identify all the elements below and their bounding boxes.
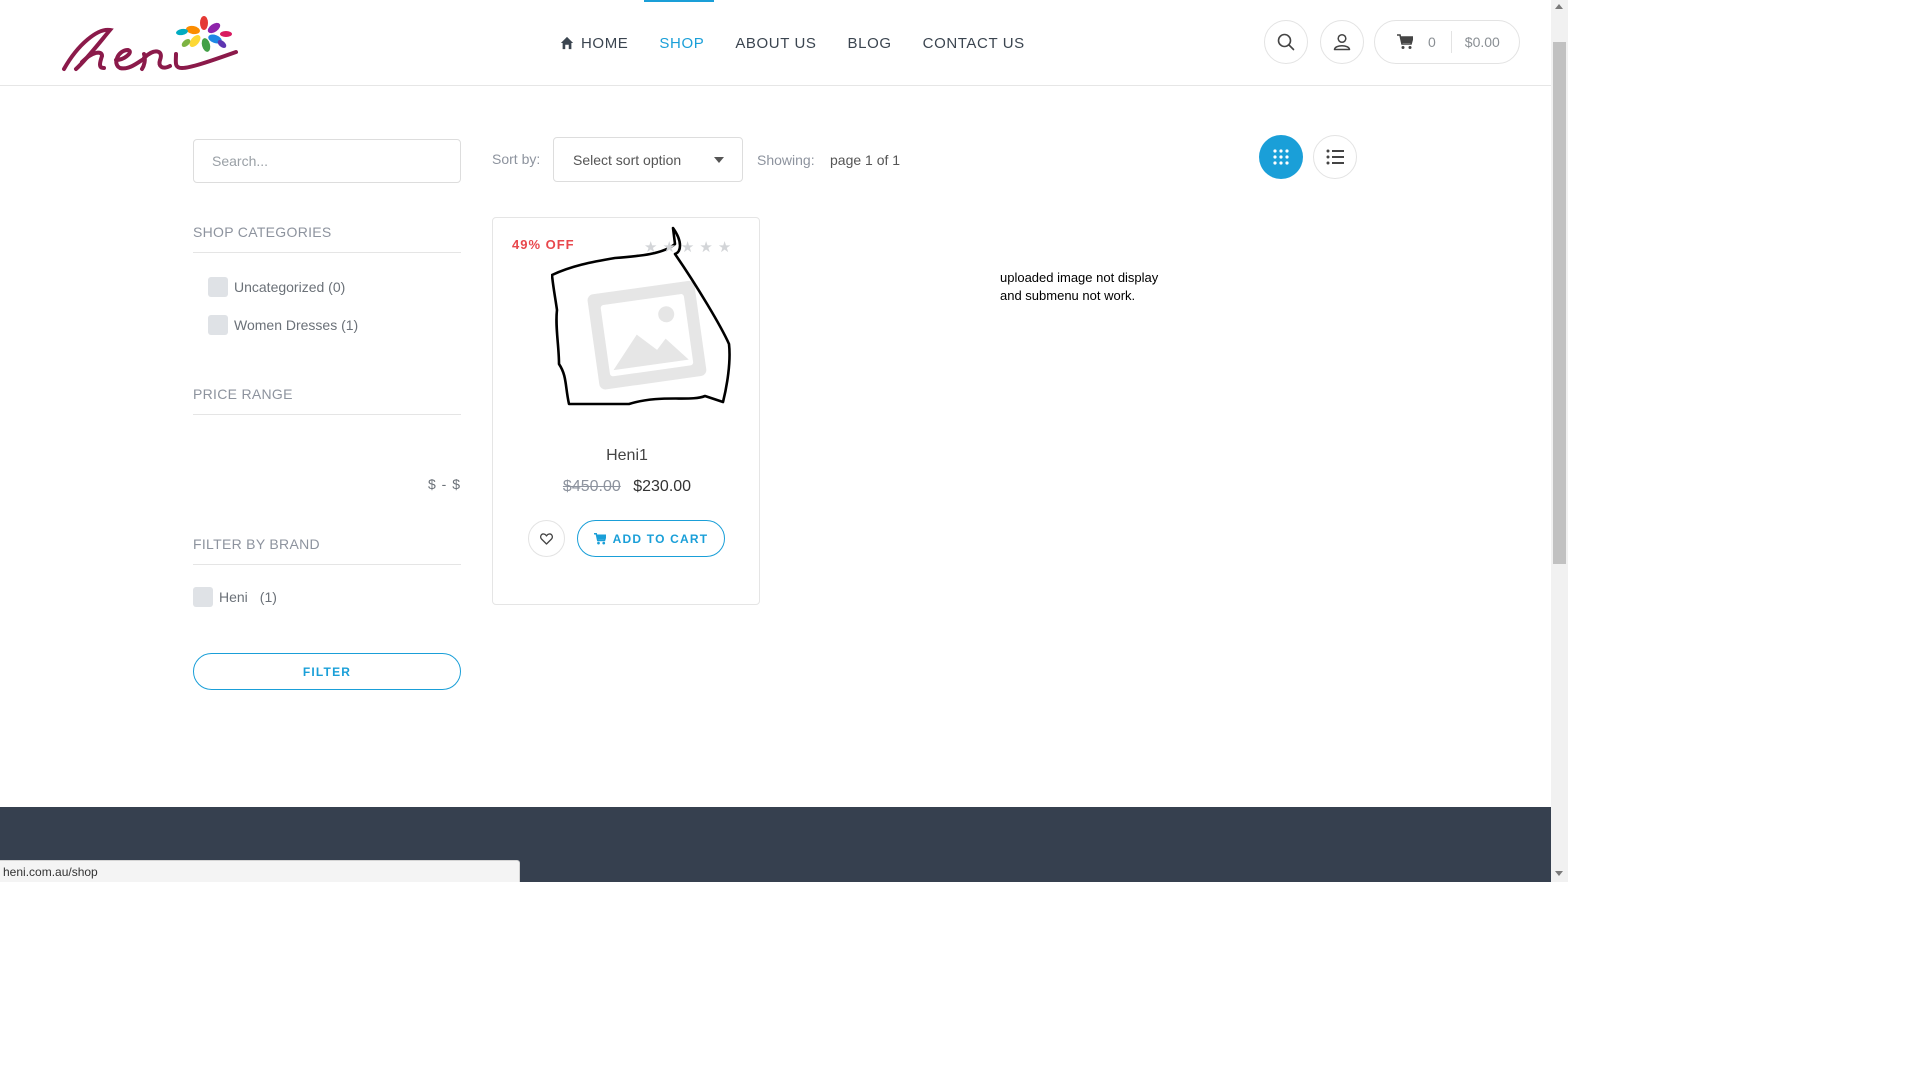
sort-select[interactable]: Select sort option (553, 137, 743, 182)
cart-button[interactable]: 0 $0.00 (1374, 20, 1520, 64)
nav-home[interactable]: HOME (560, 0, 628, 86)
brand-heni[interactable]: Heni (1) (193, 587, 277, 607)
sort-select-value: Select sort option (573, 151, 682, 168)
star-icon: ★ (699, 239, 718, 256)
image-placeholder-icon (587, 280, 707, 390)
nav-about-us[interactable]: ABOUT US (735, 0, 816, 86)
brand-filter-title: FILTER BY BRAND (193, 536, 461, 565)
site-header: HOME SHOP ABOUT US BLOG CONTACT US 0 $0.… (0, 0, 1551, 86)
browser-status-bar: heni.com.au/shop (0, 860, 520, 882)
user-icon (1333, 33, 1351, 51)
category-uncategorized[interactable]: Uncategorized (0) (208, 277, 345, 297)
heart-icon (540, 532, 553, 545)
showing-label: Showing: (757, 152, 815, 168)
annotation-note: uploaded image not display and submenu n… (1000, 270, 1159, 303)
nav-blog-label: BLOG (847, 34, 892, 52)
sort-label: Sort by: (492, 151, 541, 167)
cart-total: $0.00 (1464, 34, 1500, 50)
category-label: Women Dresses (1) (234, 317, 359, 333)
brand-checkbox[interactable] (193, 587, 213, 607)
old-price: $450.00 (562, 478, 621, 495)
cart-count: 0 (1428, 34, 1436, 50)
grid-icon (1273, 149, 1289, 165)
page-scrollbar[interactable] (1551, 0, 1568, 882)
cart-icon (593, 532, 606, 544)
logo-flower (176, 16, 232, 52)
sale-price: $230.00 (633, 478, 692, 495)
wishlist-button[interactable] (528, 520, 565, 557)
product-name[interactable]: Heni1 (493, 447, 761, 465)
rating-stars: ★★★★★ (644, 238, 736, 256)
price-range-title: PRICE RANGE (193, 386, 461, 415)
product-search-input[interactable] (193, 139, 461, 183)
nav-home-label: HOME (581, 34, 629, 52)
grid-view-button[interactable] (1259, 135, 1303, 179)
star-icon: ★ (662, 239, 681, 256)
nav-shop[interactable]: SHOP (644, 0, 715, 86)
discount-badge: 49% OFF (512, 237, 575, 252)
product-prices: $450.00 $230.00 (493, 478, 761, 496)
search-icon (1277, 33, 1295, 51)
header-search-button[interactable] (1264, 20, 1308, 64)
star-icon: ★ (644, 239, 663, 256)
cart-icon (1397, 34, 1413, 49)
category-women-dresses[interactable]: Women Dresses (1) (208, 315, 358, 335)
account-button[interactable] (1320, 20, 1364, 64)
scroll-down-arrow-icon[interactable] (1555, 871, 1563, 876)
nav-about-label: ABOUT US (735, 34, 817, 52)
nav-contact-us[interactable]: CONTACT US (923, 0, 1025, 86)
list-icon (1326, 149, 1344, 165)
brand-count: (1) (259, 589, 277, 605)
scroll-up-arrow-icon[interactable] (1555, 4, 1563, 9)
brand-name: Heni (219, 589, 248, 605)
cart-divider (1450, 31, 1452, 53)
main-nav: HOME SHOP ABOUT US BLOG CONTACT US (560, 0, 1056, 86)
price-range-value: $ - $ (427, 476, 461, 492)
star-icon: ★ (680, 239, 700, 256)
caret-down-icon (714, 157, 724, 163)
category-label: Uncategorized (0) (234, 279, 346, 295)
product-card[interactable]: 49% OFF ★★★★★ Heni1 $450.00 $230.00 ADD … (492, 217, 760, 605)
nav-blog[interactable]: BLOG (848, 0, 892, 86)
showing-value: page 1 of 1 (830, 152, 901, 168)
categories-title: SHOP CATEGORIES (193, 224, 461, 253)
add-to-cart-button[interactable]: ADD TO CART (577, 520, 725, 557)
heni-logo[interactable] (58, 14, 248, 76)
star-icon: ★ (717, 239, 737, 256)
category-checkbox[interactable] (208, 277, 228, 297)
filter-button[interactable]: FILTER (193, 653, 461, 690)
add-to-cart-label: ADD TO CART (612, 531, 709, 546)
scrollbar-thumb[interactable] (1553, 42, 1566, 564)
home-icon (560, 36, 574, 50)
shop-page: HOME SHOP ABOUT US BLOG CONTACT US 0 $0.… (0, 0, 1568, 882)
list-view-button[interactable] (1313, 135, 1357, 179)
category-checkbox[interactable] (208, 315, 228, 335)
nav-contact-label: CONTACT US (922, 34, 1025, 52)
nav-shop-label: SHOP (659, 34, 705, 52)
